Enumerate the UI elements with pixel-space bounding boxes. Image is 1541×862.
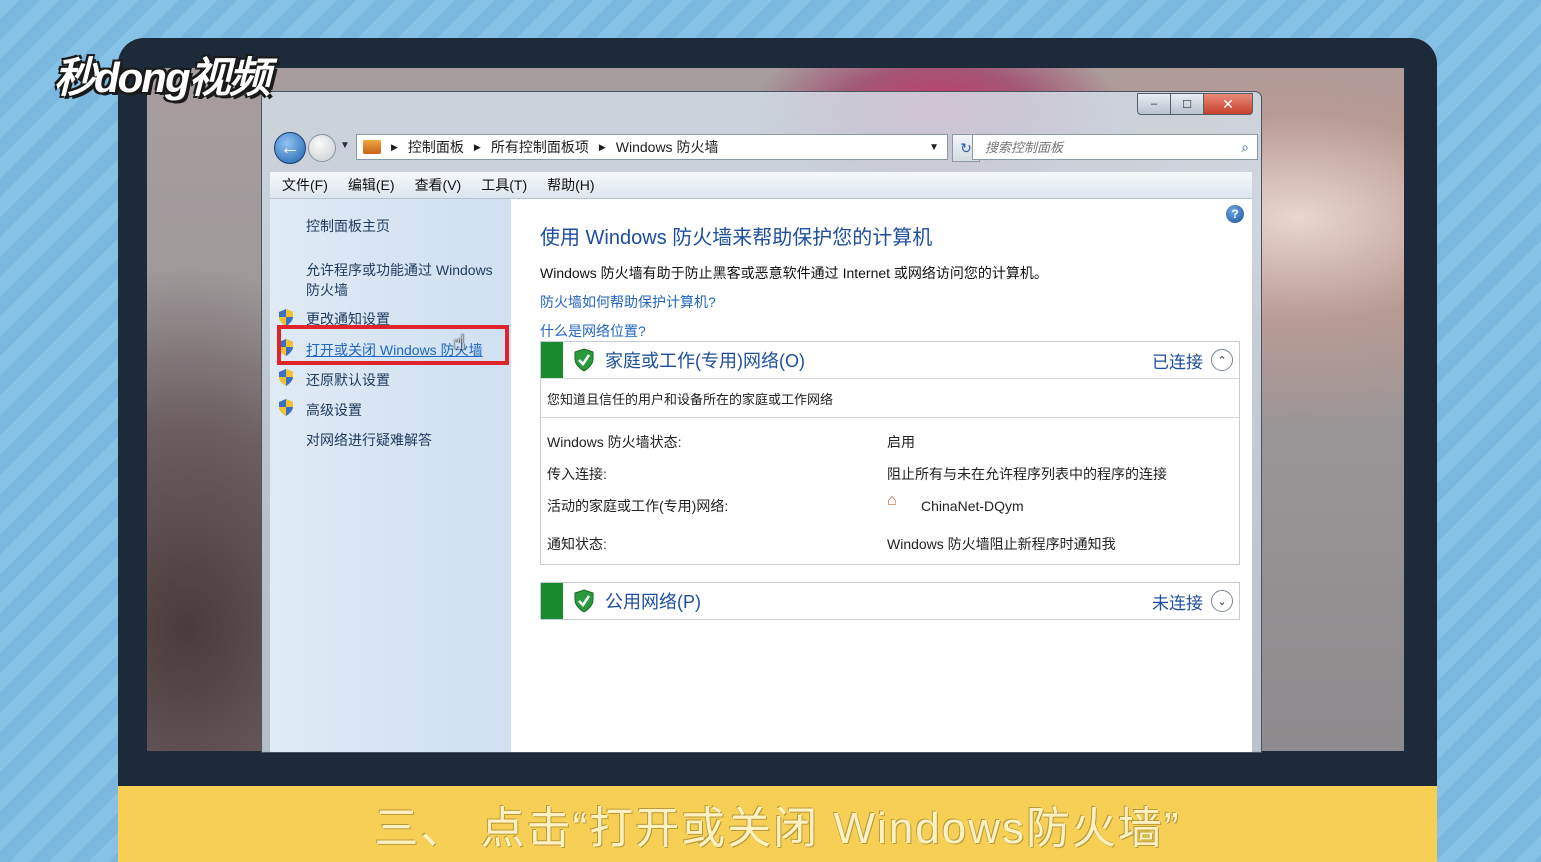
help-icon[interactable]: ?	[1226, 205, 1244, 223]
detail-value: ChinaNet-DQym	[921, 498, 1024, 514]
public-network-group: 公用网络(P) 未连接 ⌄	[540, 582, 1240, 620]
search-icon[interactable]: ⌕	[1241, 139, 1249, 156]
public-network-header[interactable]: 公用网络(P) 未连接 ⌄	[541, 583, 1239, 619]
watermark-logo: 秒dong视频	[54, 54, 271, 101]
page-title: 使用 Windows 防火墙来帮助保护您的计算机	[540, 227, 933, 249]
breadcrumb-firewall[interactable]: Windows 防火墙	[616, 137, 719, 157]
back-button[interactable]: ←	[274, 132, 306, 164]
public-network-name: 公用网络(P)	[605, 592, 701, 612]
firewall-window: – ☐ ✕ ← ▼ ▶ 控制面板 ▶ 所有控制面板项 ▶ Windows 防火墙…	[261, 91, 1262, 753]
detail-row: Windows 防火墙状态: 启用	[541, 424, 1239, 456]
breadcrumb-all-items[interactable]: 所有控制面板项	[491, 137, 589, 157]
caption-text: 三、 点击“打开或关闭 Windows防火墙”	[374, 804, 1181, 853]
page-description: Windows 防火墙有助于防止黑客或恶意软件通过 Internet 或网络访问…	[540, 265, 1048, 281]
detail-value: Windows 防火墙阻止新程序时通知我	[887, 536, 1116, 552]
green-check-shield-icon	[574, 348, 594, 372]
detail-key: 通知状态:	[547, 536, 607, 552]
sidebar-item-advanced[interactable]: 高级设置	[306, 400, 362, 420]
network-location-link[interactable]: 什么是网络位置?	[540, 321, 646, 341]
green-check-shield-icon	[574, 589, 594, 613]
uac-shield-icon	[279, 399, 293, 416]
subtitle-caption: 三、 点击“打开或关闭 Windows防火墙”	[118, 786, 1437, 862]
menu-view[interactable]: 查看(V)	[415, 175, 462, 195]
public-network-status: 未连接	[1152, 593, 1203, 613]
detail-value: 启用	[887, 434, 915, 450]
menu-file[interactable]: 文件(F)	[282, 175, 328, 195]
hand-cursor-icon: ☝	[452, 329, 466, 354]
menu-help[interactable]: 帮助(H)	[547, 175, 594, 195]
home-network-icon: ⌂	[887, 492, 897, 509]
detail-value: 阻止所有与未在允许程序列表中的程序的连接	[887, 466, 1167, 482]
chevron-right-icon[interactable]: ▶	[474, 142, 481, 153]
menu-bar: 文件(F) 编辑(E) 查看(V) 工具(T) 帮助(H)	[270, 172, 1252, 199]
navigation-bar: ← ▼ ▶ 控制面板 ▶ 所有控制面板项 ▶ Windows 防火墙 ▼ ↻ ⌕	[272, 132, 1258, 164]
status-green-bar	[541, 342, 563, 378]
search-box[interactable]: ⌕	[972, 134, 1258, 160]
sidebar-allow-programs-link[interactable]: 允许程序或功能通过 Windows 防火墙	[306, 260, 506, 300]
history-dropdown-icon[interactable]: ▼	[340, 140, 350, 151]
close-button[interactable]: ✕	[1203, 93, 1253, 115]
detail-row: 传入连接: 阻止所有与未在允许程序列表中的程序的连接	[541, 456, 1239, 488]
sidebar-item-restore-defaults[interactable]: 还原默认设置	[306, 370, 390, 390]
control-panel-icon	[363, 140, 381, 154]
sidebar: 控制面板主页 允许程序或功能通过 Windows 防火墙 更改通知设置 打开或关…	[270, 199, 511, 752]
search-input[interactable]	[983, 138, 1227, 156]
breadcrumb-control-panel[interactable]: 控制面板	[408, 137, 464, 157]
home-network-header[interactable]: 家庭或工作(专用)网络(O) 已连接 ⌃	[541, 342, 1239, 379]
detail-key: 活动的家庭或工作(专用)网络:	[547, 498, 729, 514]
sidebar-home-link[interactable]: 控制面板主页	[306, 216, 390, 236]
sidebar-troubleshoot-link[interactable]: 对网络进行疑难解答	[306, 430, 432, 450]
home-network-name: 家庭或工作(专用)网络(O)	[605, 351, 805, 371]
detail-key: Windows 防火墙状态:	[547, 434, 682, 450]
home-network-status: 已连接	[1152, 352, 1203, 372]
menu-tools[interactable]: 工具(T)	[481, 175, 527, 195]
uac-shield-icon	[279, 309, 293, 326]
address-bar[interactable]: ▶ 控制面板 ▶ 所有控制面板项 ▶ Windows 防火墙 ▼	[356, 134, 948, 160]
chevron-right-icon[interactable]: ▶	[599, 142, 606, 153]
home-network-group: 家庭或工作(专用)网络(O) 已连接 ⌃ 您知道且信任的用户和设备所在的家庭或工…	[540, 341, 1240, 565]
maximize-button[interactable]: ☐	[1170, 93, 1204, 115]
address-dropdown-icon[interactable]: ▼	[929, 142, 939, 153]
chevron-right-icon[interactable]: ▶	[391, 142, 398, 153]
detail-key: 传入连接:	[547, 466, 607, 482]
how-firewall-helps-link[interactable]: 防火墙如何帮助保护计算机?	[540, 292, 716, 312]
menu-edit[interactable]: 编辑(E)	[348, 175, 395, 195]
collapse-chevron-icon[interactable]: ⌃	[1211, 349, 1233, 371]
red-highlight-box	[277, 325, 509, 365]
minimize-button[interactable]: –	[1137, 93, 1171, 115]
main-content: ? 使用 Windows 防火墙来帮助保护您的计算机 Windows 防火墙有助…	[511, 199, 1252, 752]
forward-button[interactable]	[308, 134, 336, 162]
status-green-bar	[541, 583, 563, 619]
expand-chevron-icon[interactable]: ⌄	[1211, 590, 1233, 612]
window-controls: – ☐ ✕	[1137, 93, 1253, 115]
home-network-subtitle: 您知道且信任的用户和设备所在的家庭或工作网络	[541, 379, 1239, 418]
detail-row: 活动的家庭或工作(专用)网络: ⌂ ChinaNet-DQym	[541, 488, 1239, 526]
detail-row: 通知状态: Windows 防火墙阻止新程序时通知我	[541, 526, 1239, 558]
uac-shield-icon	[279, 369, 293, 386]
